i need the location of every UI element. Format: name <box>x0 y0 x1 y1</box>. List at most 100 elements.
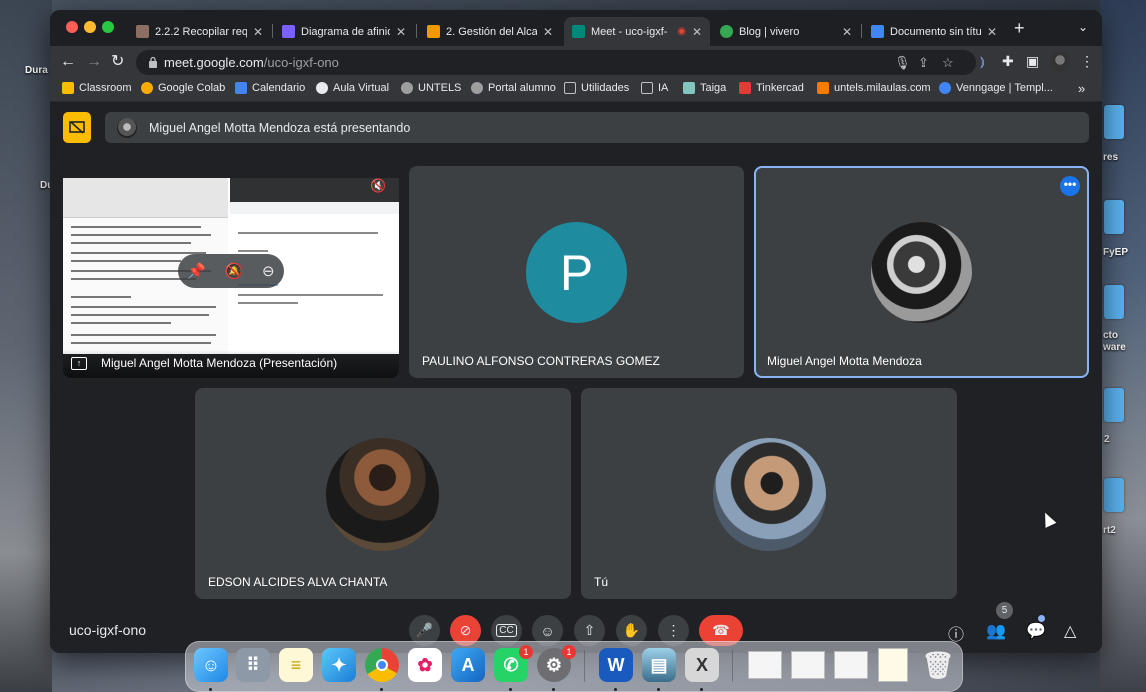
desktop-folder-icon[interactable] <box>1104 285 1124 319</box>
bookmarks-overflow-button[interactable]: » <box>1078 81 1085 96</box>
tab-close-icon[interactable]: ✕ <box>396 25 406 39</box>
launchpad-icon[interactable]: ⠿ <box>236 648 270 682</box>
site-info-icon[interactable] <box>148 56 158 68</box>
bookmark-untels[interactable]: UNTELS <box>401 82 461 94</box>
tile-miguel[interactable]: ••• Miguel Angel Motta Mendoza <box>754 166 1089 378</box>
bookmark-milaulas[interactable]: untels.milaulas.com <box>817 82 931 94</box>
browser-menu-icon[interactable]: ⋮ <box>1080 53 1094 70</box>
extensions-puzzle-icon[interactable]: ✚ <box>1002 53 1014 70</box>
new-tab-button[interactable]: + <box>1014 18 1025 39</box>
bookmark-classroom[interactable]: Classroom <box>62 82 132 94</box>
zoom-window-button[interactable] <box>102 21 114 33</box>
desktop-folder-icon[interactable] <box>1104 388 1124 422</box>
canva-favicon-icon <box>282 25 295 38</box>
docs-favicon-icon <box>871 25 884 38</box>
forward-button[interactable]: → <box>86 52 102 72</box>
close-window-button[interactable] <box>66 21 78 33</box>
chat-icon[interactable]: 💬 <box>1026 621 1046 641</box>
bookmark-taiga[interactable]: Taiga <box>683 82 726 94</box>
hang-up-icon: ☎ <box>712 622 730 638</box>
bookmark-folder-utilidades[interactable]: Utilidades <box>564 82 629 94</box>
url-text: meet.google.com/uco-igxf-ono <box>164 55 339 70</box>
participant-count-badge: 5 <box>996 602 1013 619</box>
preview-icon[interactable]: ▤ <box>642 648 676 682</box>
doc-favicon-icon <box>136 25 149 38</box>
minimize-window-button[interactable] <box>84 21 96 33</box>
presentation-indicator-icon[interactable] <box>63 112 91 143</box>
tile-edson[interactable]: EDSON ALCIDES ALVA CHANTA <box>195 388 571 599</box>
profile-avatar[interactable] <box>1050 52 1070 72</box>
present-screen-icon: ⇧ <box>583 622 596 638</box>
minimized-window-thumbnail[interactable] <box>791 651 825 679</box>
notes-icon[interactable]: ≡ <box>279 648 313 682</box>
safari-icon[interactable]: ✦ <box>322 648 356 682</box>
whatsapp-badge: 1 <box>519 645 533 659</box>
tab-recopilar[interactable]: 2.2.2 Recopilar requi ✕ <box>128 17 271 46</box>
activities-icon[interactable]: △ <box>1064 621 1076 641</box>
finder-icon[interactable]: ☺ <box>194 648 228 682</box>
hand-icon: ✋ <box>622 622 641 638</box>
tab-close-icon[interactable]: ✕ <box>842 25 852 39</box>
side-panel-icon[interactable]: ▣ <box>1026 53 1039 70</box>
extension-wave-icon[interactable]: ⦆ <box>980 53 985 70</box>
reload-button[interactable]: ↻ <box>111 52 124 72</box>
remove-icon[interactable]: ⊖ <box>262 262 275 280</box>
app-store-icon[interactable]: A <box>451 648 485 682</box>
tab-search-button[interactable]: ⌄ <box>1078 20 1088 34</box>
pin-icon[interactable]: 📌 <box>187 262 206 280</box>
bookmark-folder-ia[interactable]: IA <box>641 82 668 94</box>
tab-close-icon[interactable]: ✕ <box>253 25 263 39</box>
tile-self[interactable]: Tú <box>581 388 957 599</box>
bookmark-calendario[interactable]: Calendario <box>235 82 305 94</box>
desktop-folder-icon[interactable] <box>1104 478 1124 512</box>
minimized-window-thumbnail[interactable] <box>878 648 908 682</box>
mute-for-me-icon[interactable]: 🔕 <box>225 262 244 280</box>
microphone-icon[interactable]: 🎙 <box>894 55 911 71</box>
trash-icon[interactable]: 🗑 <box>921 648 955 682</box>
bookmark-tinkercad[interactable]: Tinkercad <box>739 82 804 94</box>
bookmark-aula-virtual[interactable]: Aula Virtual <box>316 82 389 94</box>
tab-close-icon[interactable]: ✕ <box>692 25 702 39</box>
bookmark-venngage[interactable]: Venngage | Templ... <box>939 82 1053 94</box>
xquartz-icon[interactable]: X <box>685 648 719 682</box>
tab-documento[interactable]: Documento sin título ✕ <box>863 17 1005 46</box>
bookmark-colab[interactable]: Google Colab <box>141 82 225 94</box>
bookmark-portal-alumno[interactable]: Portal alumno <box>471 82 556 94</box>
desktop-folder-icon[interactable] <box>1104 105 1124 139</box>
photos-icon[interactable]: ✿ <box>408 648 442 682</box>
desktop-folder-icon[interactable] <box>1104 200 1124 234</box>
tile-presentation[interactable]: 🔇 📌 🔕 ⊖ ↑ Miguel Angel Motta Mendoza (Pr… <box>63 166 399 378</box>
tab-meet[interactable]: Meet - uco-igxf- ◉ ✕ <box>564 17 710 46</box>
address-bar[interactable]: meet.google.com/uco-igxf-ono 🎙 ⇪ ☆ <box>136 50 976 75</box>
tab-diagrama[interactable]: Diagrama de afinidad ✕ <box>274 17 414 46</box>
folder-icon <box>641 82 653 94</box>
tab-title: 2. Gestión del Alcanc <box>446 25 537 38</box>
word-icon[interactable]: W <box>599 648 633 682</box>
colab-icon <box>141 82 153 94</box>
mic-muted-icon: 🔇 <box>370 178 387 193</box>
minimized-window-thumbnail[interactable] <box>748 651 782 679</box>
back-button[interactable]: ← <box>60 52 76 72</box>
tab-strip: 2.2.2 Recopilar requi ✕ Diagrama de afin… <box>50 10 1102 46</box>
minimized-window-thumbnail[interactable] <box>834 651 868 679</box>
more-options-icon[interactable]: ••• <box>1060 176 1080 196</box>
tab-blog-vivero[interactable]: Blog | vivero ✕ <box>712 17 860 46</box>
desktop-item-label: ware <box>1103 342 1126 353</box>
tab-close-icon[interactable]: ✕ <box>987 25 997 39</box>
people-icon[interactable]: 👥 <box>986 621 1006 641</box>
avatar <box>713 438 826 551</box>
share-icon[interactable]: ⇪ <box>918 55 929 71</box>
chrome-icon[interactable] <box>365 648 399 682</box>
avatar <box>326 438 439 551</box>
tab-title: 2.2.2 Recopilar requi <box>155 25 247 38</box>
tile-paulino[interactable]: P PAULINO ALFONSO CONTRERAS GOMEZ <box>409 166 744 378</box>
globe-icon <box>316 82 328 94</box>
tab-title: Blog | vivero <box>739 25 800 38</box>
presenter-avatar <box>117 117 137 138</box>
tab-close-icon[interactable]: ✕ <box>543 25 553 39</box>
browser-toolbar: ← → ↻ meet.google.com/uco-igxf-ono 🎙 ⇪ ☆… <box>50 46 1102 78</box>
tab-gestion-alcance[interactable]: 2. Gestión del Alcanc ✕ <box>419 17 561 46</box>
desktop-item-label: Dura <box>25 65 48 76</box>
calendar-icon <box>235 82 247 94</box>
bookmark-star-icon[interactable]: ☆ <box>942 55 954 71</box>
